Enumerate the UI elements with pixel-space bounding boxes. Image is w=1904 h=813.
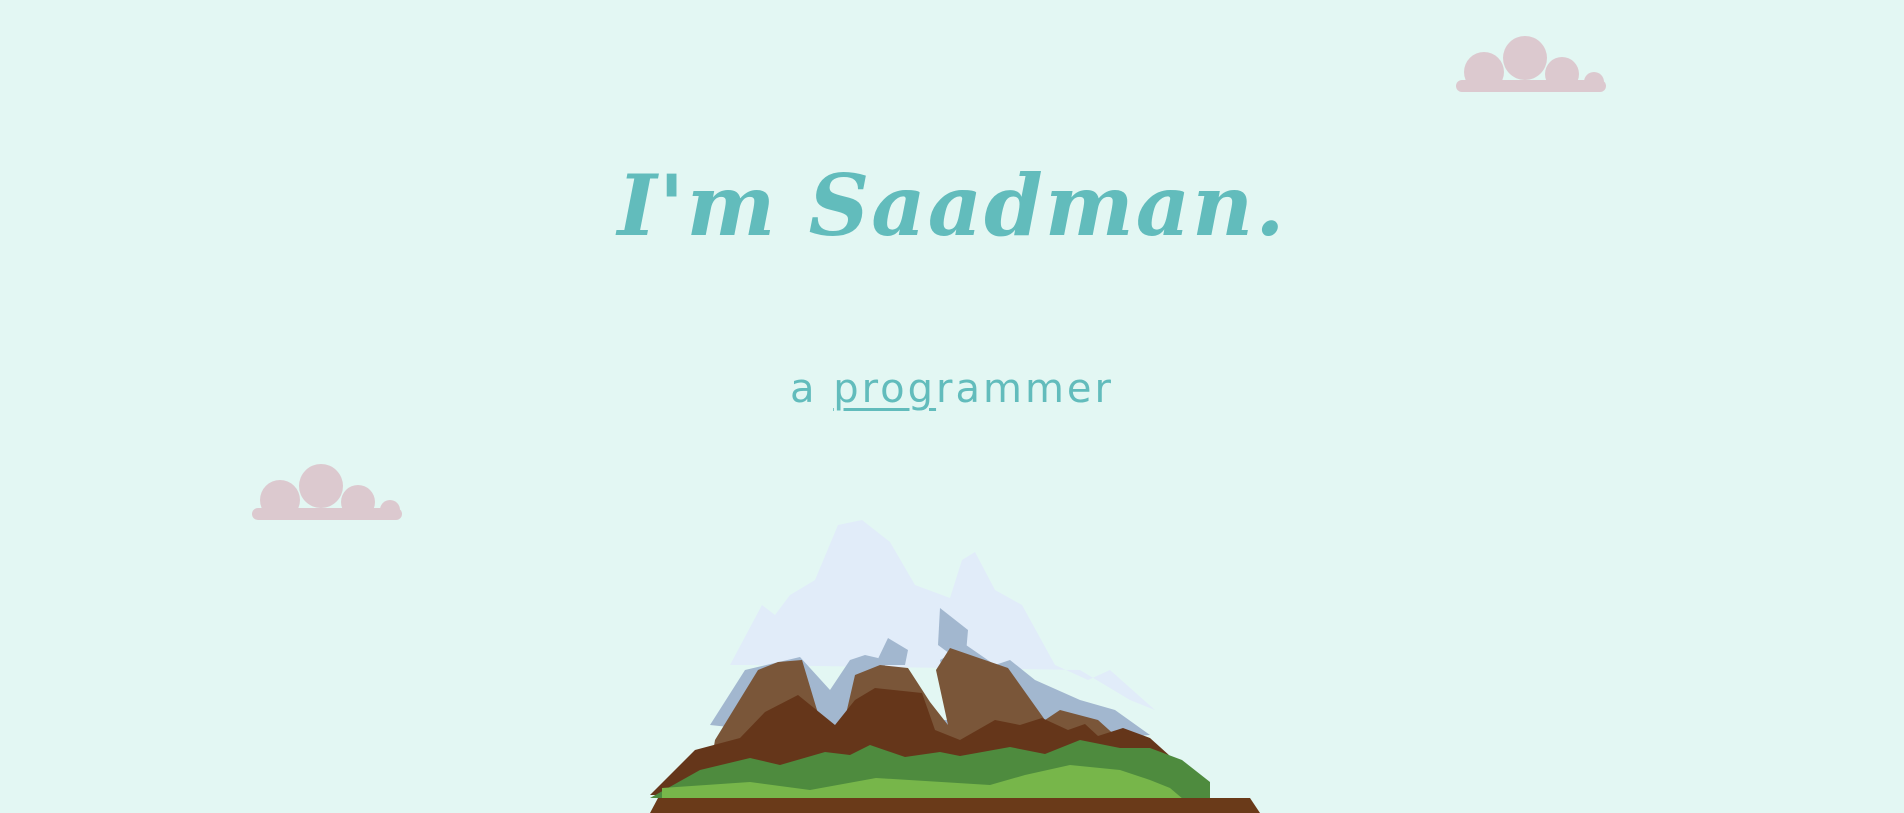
subtitle-typed: prog <box>833 366 937 412</box>
cloud-icon <box>252 464 402 520</box>
subtitle-rest: rammer <box>936 366 1114 412</box>
subtitle-prefix: a <box>789 366 834 412</box>
mountain-illustration <box>650 520 1260 813</box>
hero-scene: I'm Saadman. a programmer <box>0 0 1904 813</box>
hero-subtitle: a programmer <box>0 366 1904 412</box>
hero-title: I'm Saadman. <box>617 156 1287 255</box>
cloud-icon <box>1456 36 1606 92</box>
